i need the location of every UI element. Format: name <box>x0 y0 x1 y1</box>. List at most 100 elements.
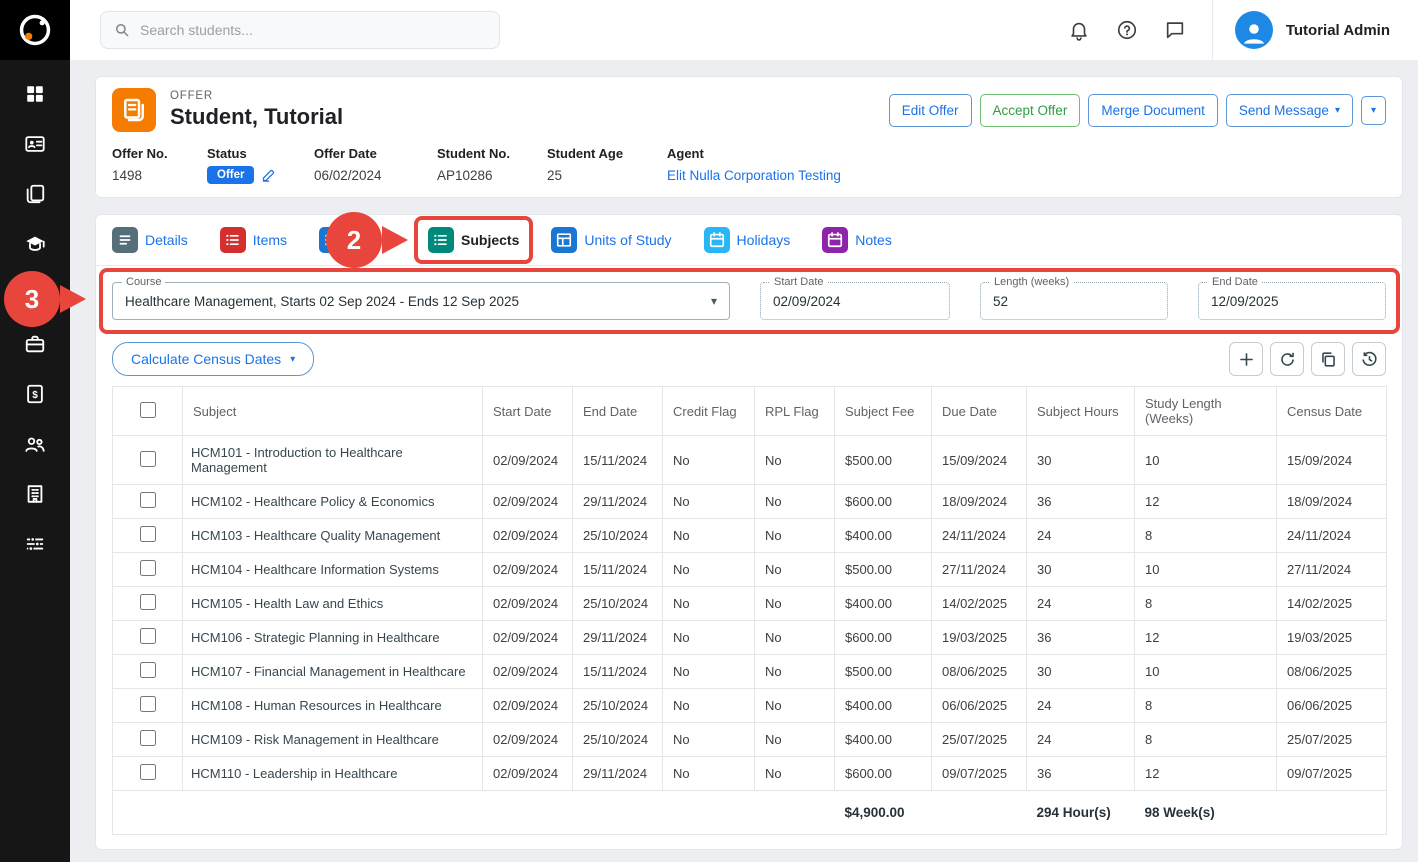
cell-subject-hours: 24 <box>1027 519 1135 553</box>
table-row: HCM108 - Human Resources in Healthcare 0… <box>113 689 1387 723</box>
cell-end-date: 29/11/2024 <box>573 485 663 519</box>
tab-notes[interactable]: Notes <box>822 227 892 253</box>
add-subject-button[interactable] <box>1229 342 1263 376</box>
cell-census-date: 14/02/2025 <box>1277 587 1387 621</box>
tab-details[interactable]: Details <box>112 227 188 253</box>
cell-subject-fee: $400.00 <box>835 689 932 723</box>
row-checkbox[interactable] <box>140 662 156 678</box>
more-actions-button[interactable]: ▾ <box>1361 96 1386 125</box>
row-checkbox[interactable] <box>140 526 156 542</box>
agent-link[interactable]: Elit Nulla Corporation Testing <box>667 168 1386 183</box>
merge-document-button[interactable]: Merge Document <box>1088 94 1218 127</box>
subjects-table-wrap: Subject Start Date End Date Credit Flag … <box>96 384 1402 849</box>
cell-start-date: 02/09/2024 <box>483 485 573 519</box>
subjects-table-body: HCM101 - Introduction to Healthcare Mana… <box>113 436 1387 791</box>
cell-start-date: 02/09/2024 <box>483 723 573 757</box>
search-input[interactable] <box>140 22 487 38</box>
tab-units-of-study[interactable]: Units of Study <box>551 227 671 253</box>
cell-census-date: 15/09/2024 <box>1277 436 1387 485</box>
table-row: HCM109 - Risk Management in Healthcare 0… <box>113 723 1387 757</box>
cell-end-date: 15/11/2024 <box>573 655 663 689</box>
units-of-study-tab-icon <box>551 227 577 253</box>
chat-icon[interactable] <box>1164 19 1186 41</box>
sidebar-item-grid[interactable] <box>0 82 70 106</box>
chevron-down-icon: ▾ <box>701 294 717 308</box>
calculate-census-dates-button[interactable]: Calculate Census Dates ▾ <box>112 342 314 376</box>
tab-label: Notes <box>855 232 892 248</box>
cell-subject-hours: 36 <box>1027 485 1135 519</box>
edit-status-icon[interactable] <box>261 168 276 183</box>
accept-offer-button[interactable]: Accept Offer <box>980 94 1081 127</box>
tab-label: Units of Study <box>584 232 671 248</box>
cell-study-length: 8 <box>1135 723 1277 757</box>
cell-subject-hours: 24 <box>1027 587 1135 621</box>
end-date-value: 12/09/2025 <box>1211 294 1279 309</box>
tab-subjects[interactable]: Subjects2 <box>428 227 519 253</box>
sidebar-item-briefcase[interactable] <box>0 332 70 356</box>
course-select[interactable]: Course Healthcare Management, Starts 02 … <box>112 282 730 320</box>
length-weeks-label: Length (weeks) <box>990 276 1073 288</box>
tab-items[interactable]: Items <box>220 227 287 253</box>
table-row: HCM104 - Healthcare Information Systems … <box>113 553 1387 587</box>
user-menu[interactable]: Tutorial Admin <box>1212 0 1418 60</box>
id-card-icon <box>24 133 46 155</box>
calculate-census-dates-label: Calculate Census Dates <box>131 351 281 367</box>
row-checkbox[interactable] <box>140 696 156 712</box>
start-date-field: Start Date 02/09/2024 <box>760 282 950 320</box>
cell-study-length: 10 <box>1135 553 1277 587</box>
cell-subject: HCM101 - Introduction to Healthcare Mana… <box>183 436 483 485</box>
sidebar-item-documents[interactable] <box>0 182 70 206</box>
select-all-checkbox[interactable] <box>140 402 156 418</box>
cell-rpl-flag: No <box>755 587 835 621</box>
refresh-button[interactable] <box>1270 342 1304 376</box>
cell-subject: HCM104 - Healthcare Information Systems <box>183 553 483 587</box>
field-label: Agent <box>667 146 1386 161</box>
tab-hidden[interactable] <box>319 227 352 253</box>
edit-offer-button[interactable]: Edit Offer <box>889 94 972 127</box>
header-subject: Subject <box>183 387 483 436</box>
subjects-table: Subject Start Date End Date Credit Flag … <box>112 386 1387 835</box>
sidebar-item-graduation-cap[interactable] <box>0 232 70 256</box>
cell-subject-hours: 30 <box>1027 436 1135 485</box>
cell-rpl-flag: No <box>755 436 835 485</box>
help-icon[interactable] <box>1116 19 1138 41</box>
cell-end-date: 25/10/2024 <box>573 519 663 553</box>
cell-rpl-flag: No <box>755 655 835 689</box>
bell-icon[interactable] <box>1068 19 1090 41</box>
sidebar-item-dollar-file[interactable]: $ <box>0 382 70 406</box>
copy-button[interactable] <box>1311 342 1345 376</box>
sidebar-item-id-card[interactable] <box>0 132 70 156</box>
cell-subject: HCM109 - Risk Management in Healthcare <box>183 723 483 757</box>
cell-credit-flag: No <box>663 689 755 723</box>
table-row: HCM102 - Healthcare Policy & Economics 0… <box>113 485 1387 519</box>
history-button[interactable] <box>1352 342 1386 376</box>
cell-credit-flag: No <box>663 587 755 621</box>
row-checkbox[interactable] <box>140 594 156 610</box>
row-checkbox[interactable] <box>140 628 156 644</box>
app-logo[interactable] <box>0 0 70 60</box>
documents-icon <box>24 183 46 205</box>
cell-credit-flag: No <box>663 485 755 519</box>
cell-rpl-flag: No <box>755 553 835 587</box>
cell-credit-flag: No <box>663 757 755 791</box>
cell-study-length: 8 <box>1135 587 1277 621</box>
row-checkbox[interactable] <box>140 730 156 746</box>
table-row: HCM106 - Strategic Planning in Healthcar… <box>113 621 1387 655</box>
cell-end-date: 25/10/2024 <box>573 723 663 757</box>
search-box[interactable] <box>100 11 500 49</box>
offer-doc-icon <box>112 88 156 132</box>
row-checkbox[interactable] <box>140 764 156 780</box>
total-study-length: 98 Week(s) <box>1135 791 1277 835</box>
tab-holidays[interactable]: Holidays <box>704 227 791 253</box>
sidebar-item-building[interactable] <box>0 482 70 506</box>
row-checkbox[interactable] <box>140 560 156 576</box>
cell-due-date: 06/06/2025 <box>932 689 1027 723</box>
sidebar-item-sliders[interactable] <box>0 532 70 556</box>
row-checkbox[interactable] <box>140 451 156 467</box>
sidebar-item-people[interactable] <box>0 432 70 456</box>
row-checkbox[interactable] <box>140 492 156 508</box>
cell-due-date: 09/07/2025 <box>932 757 1027 791</box>
cell-study-length: 12 <box>1135 485 1277 519</box>
send-message-button[interactable]: Send Message▾ <box>1226 94 1353 127</box>
cell-credit-flag: No <box>663 519 755 553</box>
